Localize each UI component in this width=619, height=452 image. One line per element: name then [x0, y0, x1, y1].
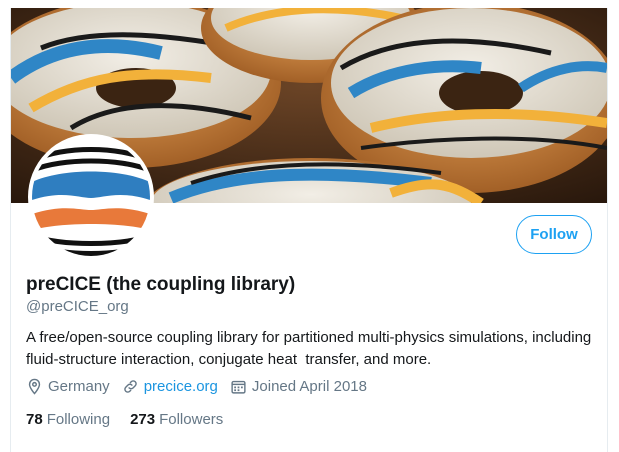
profile-meta: Germany precice.org Joined April 2018: [26, 378, 379, 395]
profile-bio: A free/open-source coupling library for …: [26, 329, 600, 368]
profile-stats: 78 Following 273 Followers: [26, 411, 243, 428]
followers-label: Followers: [159, 411, 224, 428]
display-name: preCICE (the coupling library): [26, 274, 296, 295]
website-item[interactable]: precice.org: [122, 378, 218, 395]
precice-logo: [32, 138, 150, 256]
link-icon: [123, 380, 137, 393]
following-link[interactable]: 78 Following: [26, 411, 110, 428]
profile-card: Follow preCICE (the coupling library) @p…: [10, 8, 608, 452]
follow-button[interactable]: Follow: [516, 215, 592, 254]
followers-count: 273: [130, 411, 156, 428]
joined-item: Joined April 2018: [230, 378, 367, 395]
followers-link[interactable]: 273 Followers: [130, 411, 223, 428]
calendar-icon: [231, 380, 246, 394]
location-item: Germany: [26, 378, 110, 395]
following-label: Following: [46, 411, 111, 428]
website-link[interactable]: precice.org: [144, 378, 218, 395]
profile-handle: @preCICE_org: [26, 298, 129, 315]
location-pin-icon: [28, 378, 41, 395]
location-text: Germany: [48, 378, 110, 395]
following-count: 78: [26, 411, 43, 428]
joined-text: Joined April 2018: [251, 378, 367, 395]
profile-avatar[interactable]: [28, 134, 154, 260]
